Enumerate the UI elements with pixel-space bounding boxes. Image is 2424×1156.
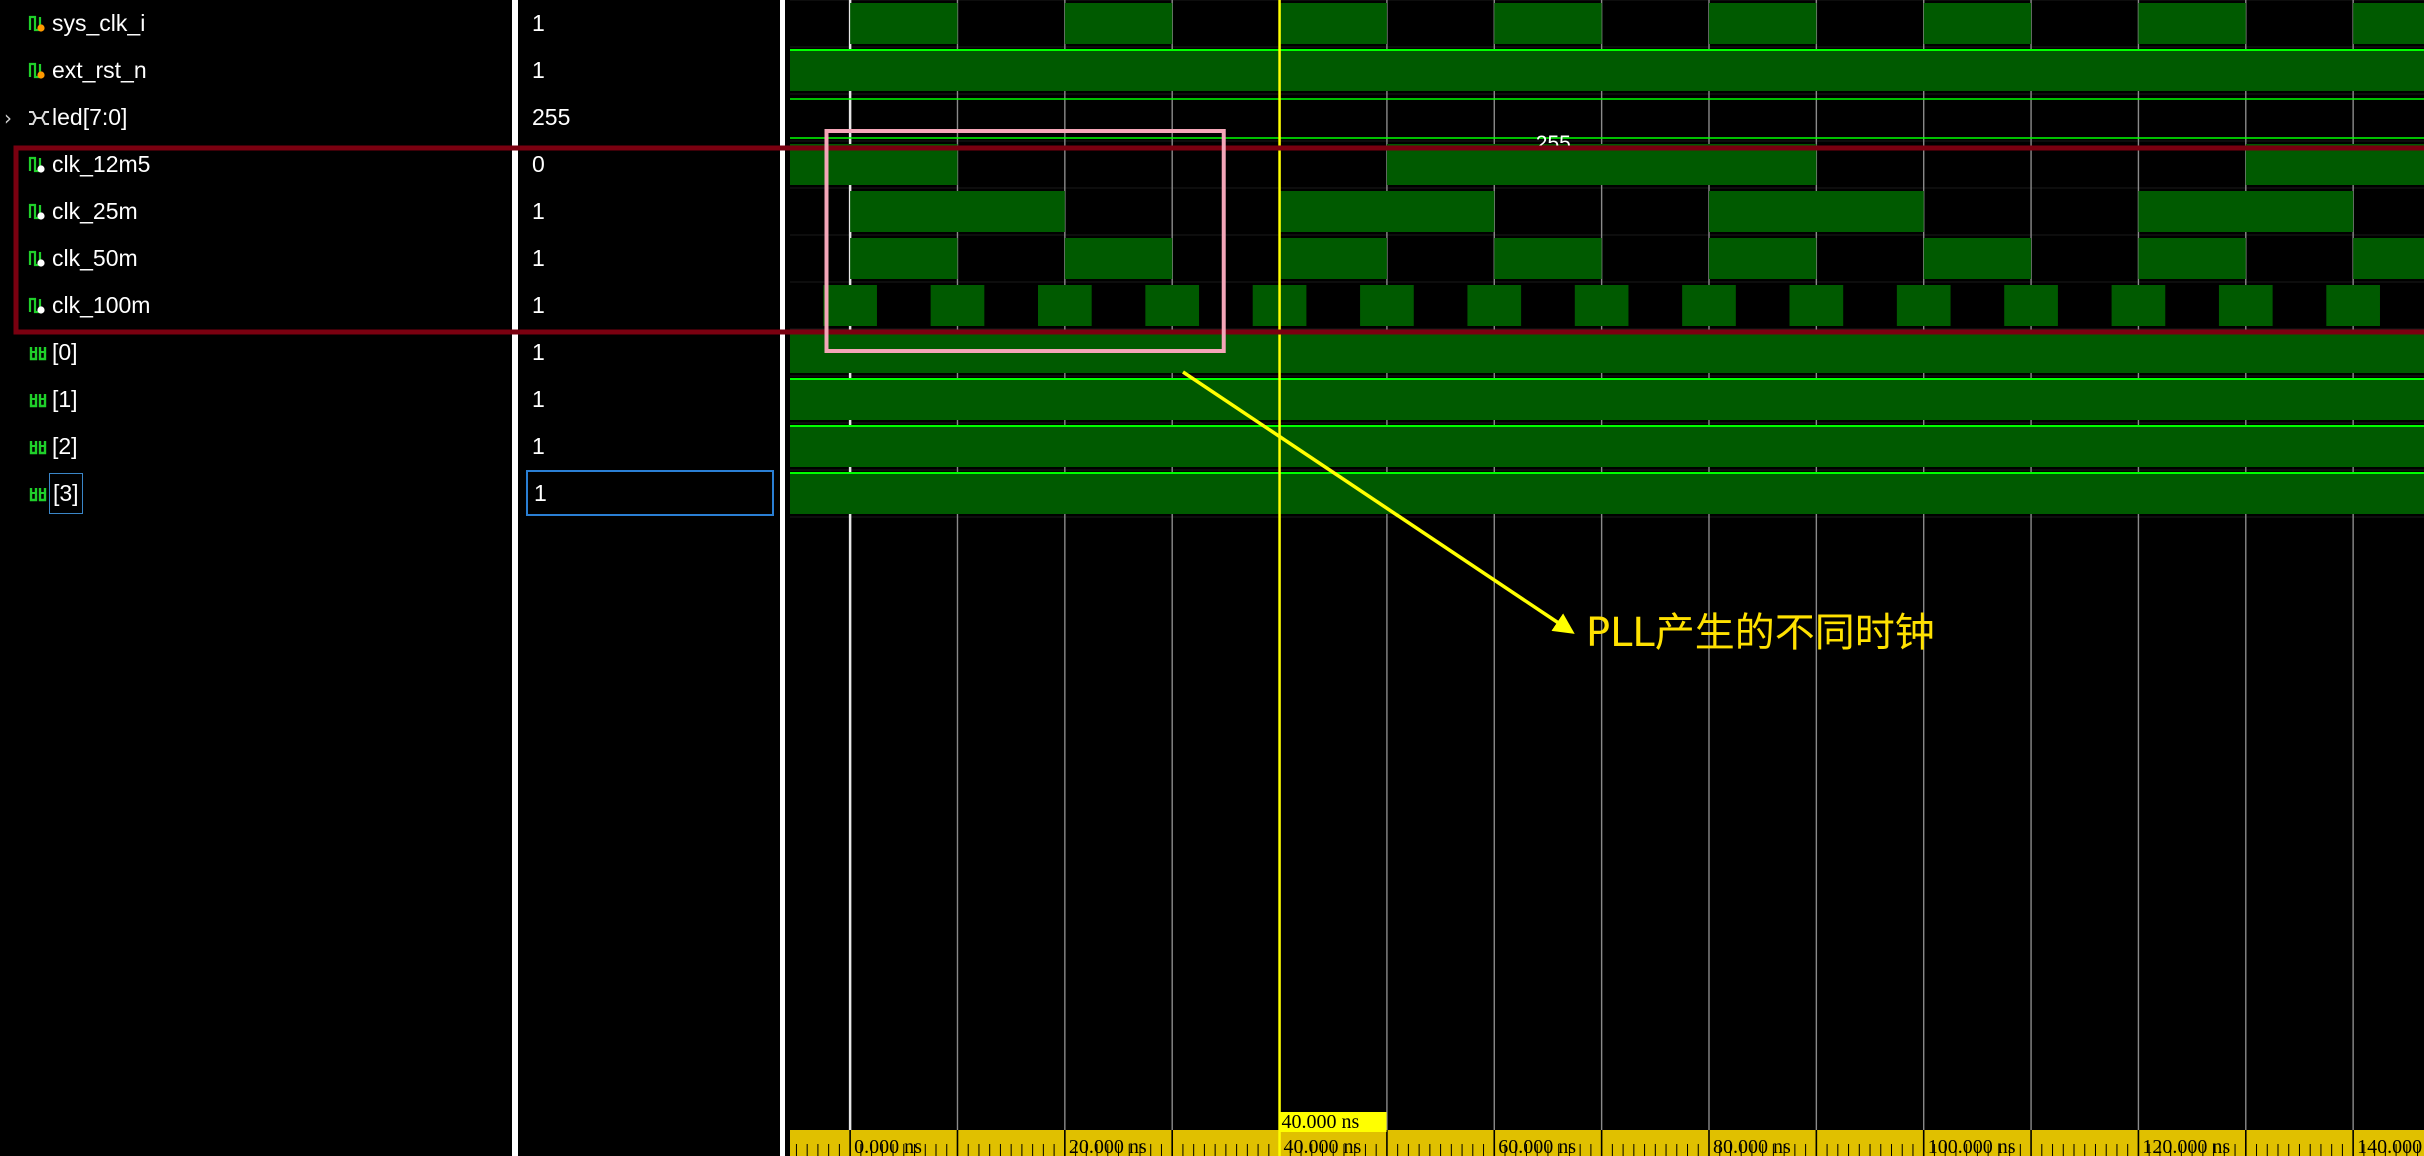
high-level-fill — [1789, 285, 1844, 326]
high-level-fill — [1494, 238, 1602, 279]
high-level-fill — [1064, 238, 1173, 279]
high-level-fill — [2004, 285, 2058, 326]
annotation-label: PLL产生的不同时钟 — [1586, 610, 1935, 656]
high-level-fill — [1708, 191, 1924, 232]
high-level-fill — [1708, 238, 1817, 279]
cursor-time-label: 40.000 ns — [1282, 1111, 1360, 1133]
waveform-viewer: sys_clk_i ext_rst_n › led[7:0] clk_12m5 clk_2… — [0, 0, 2424, 1156]
tick-label: 80.000 ns — [1713, 1136, 1791, 1156]
tick-label: 20.000 ns — [1069, 1136, 1147, 1156]
high-level-fill — [1923, 3, 2032, 44]
clock-group-highlight-box — [13, 145, 2424, 335]
tick-label: 40.000 ns — [1284, 1136, 1362, 1156]
time-ruler[interactable]: 0.000 ns 20.000 ns 40.000 ns 60.000 ns 80.00… — [790, 1130, 2424, 1156]
waveform-traces: 255 — [790, 3, 2424, 514]
tick-label: 140.000 ns — [2357, 1136, 2424, 1156]
high-level-fill — [1467, 285, 1522, 326]
high-level-fill — [790, 473, 2424, 514]
high-level-fill — [1360, 285, 1414, 326]
high-level-fill — [790, 50, 2424, 91]
high-level-fill — [1037, 285, 1092, 326]
high-level-fill — [2218, 285, 2273, 326]
tick-label: 100.000 ns — [1928, 1136, 2016, 1156]
high-level-fill — [1574, 285, 1629, 326]
tick-label: 120.000 ns — [2142, 1136, 2230, 1156]
high-level-fill — [1145, 285, 1200, 326]
high-level-fill — [2111, 285, 2166, 326]
high-level-fill — [1923, 238, 2032, 279]
high-level-fill — [1279, 238, 1387, 279]
bus-value-label: 255 — [1536, 132, 1571, 155]
high-level-fill — [850, 3, 958, 44]
tick-label: 60.000 ns — [1498, 1136, 1576, 1156]
waveform-canvas[interactable]: 255 0.000 ns 20.000 ns 40.000 ns 60.000 ns 8… — [0, 0, 2424, 1156]
high-level-fill — [850, 238, 958, 279]
high-level-fill — [850, 191, 1065, 232]
tick-label: 0.000 ns — [854, 1136, 922, 1156]
high-level-fill — [2138, 3, 2246, 44]
high-level-fill — [1064, 3, 1173, 44]
time-cursor[interactable]: 40.000 ns — [1278, 0, 1387, 1156]
high-level-fill — [790, 426, 2424, 467]
high-level-fill — [790, 379, 2424, 420]
high-level-fill — [1708, 3, 1817, 44]
high-level-fill — [1279, 191, 1495, 232]
high-level-fill — [1682, 285, 1736, 326]
high-level-fill — [2326, 285, 2380, 326]
high-level-fill — [2138, 238, 2246, 279]
high-level-fill — [930, 285, 985, 326]
high-level-fill — [1494, 3, 1602, 44]
high-level-fill — [2138, 191, 2354, 232]
high-level-fill — [1896, 285, 1951, 326]
high-level-fill — [2353, 3, 2424, 44]
high-level-fill — [2353, 238, 2424, 279]
high-level-fill — [1279, 3, 1387, 44]
high-level-fill — [823, 285, 877, 326]
